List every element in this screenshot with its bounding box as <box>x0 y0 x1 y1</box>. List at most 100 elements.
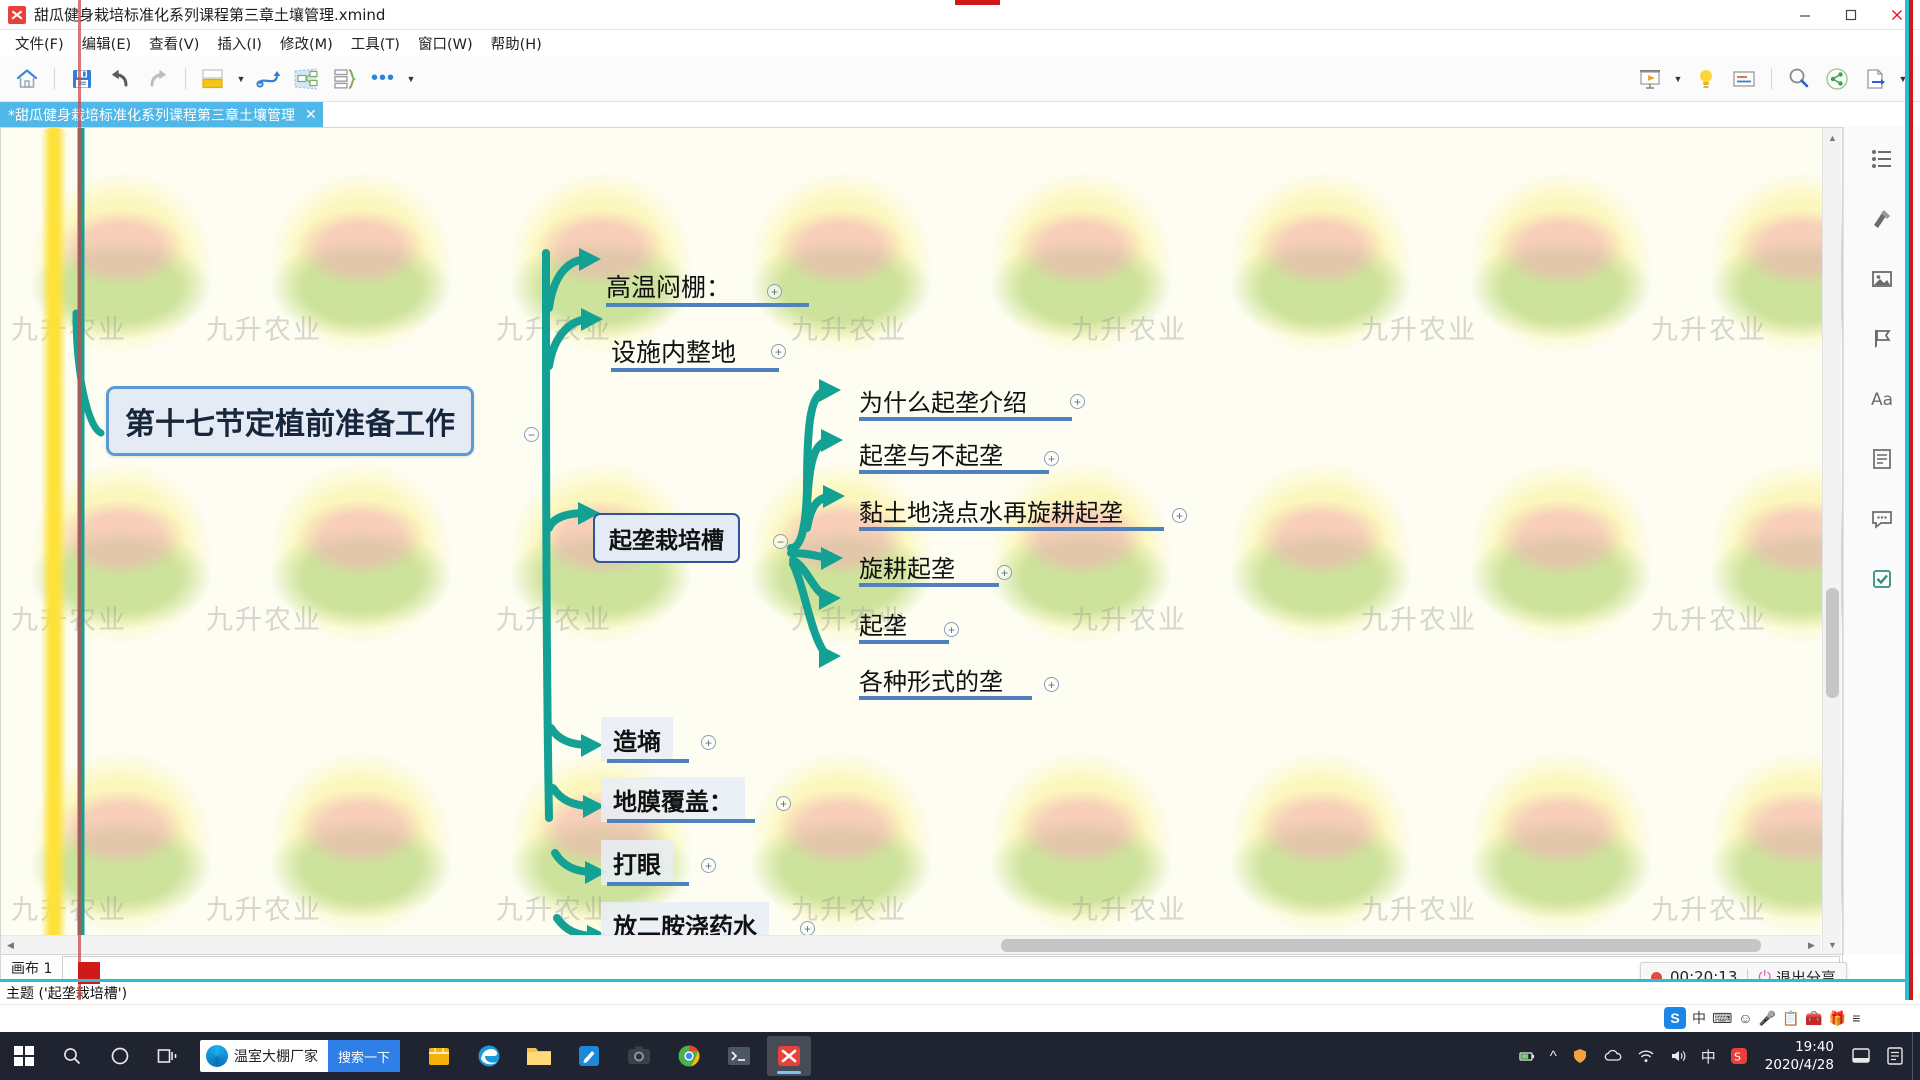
subtopic-expand-weishenmeqilongjieshao[interactable]: + <box>1070 394 1085 409</box>
share-icon[interactable] <box>1818 60 1856 98</box>
scroll-left-arrow-icon[interactable]: ◀ <box>1 936 20 955</box>
taskbar-app-file-explorer-icon[interactable] <box>517 1036 561 1076</box>
subtopic-expand-qilongyubuqilong[interactable]: + <box>1044 451 1059 466</box>
branch-node-dimofugai[interactable]: 地膜覆盖： <box>601 777 755 823</box>
branch-node-gaowenmenpeng[interactable]: 高温闷棚： <box>606 268 809 307</box>
subtopic-expand-gezhongxingshidelong[interactable]: + <box>1044 677 1059 692</box>
sogou-logo-icon[interactable]: S <box>1664 1007 1686 1029</box>
sogou-tray-icon[interactable]: S <box>1723 1047 1755 1065</box>
branch-expand-gaowenmenpeng[interactable]: + <box>767 284 782 299</box>
redo-icon[interactable] <box>139 60 177 98</box>
topic-icon[interactable] <box>194 60 232 98</box>
toolbox-icon[interactable]: 🧰 <box>1805 1010 1822 1027</box>
taskbar-app-editor-icon[interactable] <box>567 1036 611 1076</box>
search-icon[interactable] <box>1780 60 1818 98</box>
keyboard-icon[interactable]: ⌨ <box>1712 1010 1732 1027</box>
branch-expand-dayan[interactable]: + <box>701 858 716 873</box>
branch-expand-sheshineizhengdi[interactable]: + <box>771 344 786 359</box>
taskbar-app-edge-icon[interactable] <box>467 1036 511 1076</box>
comment-icon[interactable] <box>1860 497 1904 541</box>
notes-tray-icon[interactable] <box>1878 1046 1912 1066</box>
menu-window[interactable]: 窗口(W) <box>409 30 482 57</box>
branch-node-sheshineizhengdi[interactable]: 设施内整地 <box>611 333 779 372</box>
canvas-vertical-scrollbar[interactable]: ▲ ▼ <box>1822 128 1841 954</box>
taskbar-app-xmind-icon[interactable] <box>767 1036 812 1076</box>
canvas-horizontal-scrollbar[interactable]: ◀ ▶ <box>1 935 1821 954</box>
subtopic-node-qilongyubuqilong[interactable]: 起垄与不起垄 <box>859 436 1049 474</box>
menu-modify[interactable]: 修改(M) <box>271 30 342 57</box>
branch-node-zaoshang[interactable]: 造墒 <box>601 717 689 763</box>
vertical-scroll-thumb[interactable] <box>1826 588 1839 698</box>
subtopic-expand-qilong[interactable]: + <box>944 622 959 637</box>
scroll-down-arrow-icon[interactable]: ▼ <box>1823 935 1842 954</box>
search-query-text[interactable]: 温室大棚厂家 <box>234 1046 328 1066</box>
taskbar-search-icon[interactable] <box>48 1032 96 1080</box>
style-brush-icon[interactable] <box>1860 197 1904 241</box>
export-icon[interactable] <box>1856 60 1894 98</box>
subtopic-expand-niantudijiaodianshui[interactable]: + <box>1172 508 1187 523</box>
subtopic-node-xuangengqilong[interactable]: 旋耕起垄 <box>859 549 999 587</box>
maximize-button[interactable] <box>1828 0 1874 30</box>
mic-icon[interactable]: 🎤 <box>1759 1010 1776 1027</box>
taskbar-app-store-icon[interactable] <box>417 1036 461 1076</box>
branch-node-dayan[interactable]: 打眼 <box>601 840 689 886</box>
clipboard-icon[interactable]: 📋 <box>1782 1010 1799 1027</box>
taskbar-clock[interactable]: 19:40 2020/4/28 <box>1755 1038 1844 1074</box>
cloud-icon[interactable] <box>1596 1047 1630 1065</box>
taskbar-search-box[interactable]: 温室大棚厂家 搜索一下 <box>200 1040 401 1072</box>
menu-edit[interactable]: 编辑(E) <box>73 30 140 57</box>
topic-dropdown-caret-icon[interactable]: ▼ <box>232 60 250 98</box>
branch-collapse-qilongzaipeicao[interactable]: − <box>773 534 788 549</box>
relationship-icon[interactable] <box>250 60 288 98</box>
taskbar-app-chrome-icon[interactable] <box>667 1036 711 1076</box>
document-tab[interactable]: *甜瓜健身栽培标准化系列课程第三章土壤管理 ✕ <box>0 102 323 127</box>
branch-node-qilongzaipeicao[interactable]: 起垄栽培槽 <box>593 513 740 563</box>
taskbar-app-terminal-icon[interactable] <box>717 1036 761 1076</box>
shield-icon[interactable] <box>1564 1047 1596 1065</box>
menu-tools[interactable]: 工具(T) <box>342 30 409 57</box>
branch-expand-fangerandianjiaoyaoshui[interactable]: + <box>800 921 815 936</box>
branch-expand-dimofugai[interactable]: + <box>776 796 791 811</box>
format-panel-icon[interactable] <box>1860 137 1904 181</box>
ime-mode-label[interactable]: 中 <box>1692 1008 1706 1028</box>
scroll-up-arrow-icon[interactable]: ▲ <box>1823 128 1842 147</box>
home-icon[interactable] <box>8 60 46 98</box>
volume-icon[interactable] <box>1662 1047 1694 1065</box>
more-icon[interactable]: ••• <box>364 60 402 98</box>
sheet-empty-area[interactable] <box>62 955 1840 980</box>
subtopic-node-gezhongxingshidelong[interactable]: 各种形式的垄 <box>859 662 1032 700</box>
branch-expand-zaoshang[interactable]: + <box>701 735 716 750</box>
close-button[interactable] <box>1874 0 1920 30</box>
checklist-icon[interactable] <box>1860 557 1904 601</box>
scroll-right-arrow-icon[interactable]: ▶ <box>1802 936 1821 955</box>
subtopic-node-weishenmeqilongjieshao[interactable]: 为什么起垄介绍 <box>859 383 1072 421</box>
boundary-icon[interactable] <box>288 60 326 98</box>
ime-menu-icon[interactable]: ≡ <box>1852 1010 1860 1026</box>
task-view-icon[interactable] <box>144 1032 192 1080</box>
menu-file[interactable]: 文件(F) <box>6 30 73 57</box>
menu-view[interactable]: 查看(V) <box>140 30 208 57</box>
menu-insert[interactable]: 插入(I) <box>208 30 271 57</box>
brainstorm-icon[interactable] <box>1687 60 1725 98</box>
search-submit-button[interactable]: 搜索一下 <box>328 1040 401 1072</box>
sheet-tab-canvas1[interactable]: 画布 1 <box>1 956 62 980</box>
action-center-icon[interactable] <box>1844 1046 1878 1066</box>
subtopic-node-qilong[interactable]: 起垄 <box>859 606 949 644</box>
presentation-dropdown-caret-icon[interactable]: ▼ <box>1669 60 1687 98</box>
taskbar-app-camera-icon[interactable] <box>617 1036 661 1076</box>
root-collapse-toggle[interactable]: − <box>524 427 539 442</box>
ime-cn-indicator[interactable]: 中 <box>1694 1046 1723 1067</box>
gift-icon[interactable]: 🎁 <box>1829 1010 1846 1027</box>
notes-panel-icon[interactable] <box>1860 437 1904 481</box>
text-style-icon[interactable]: Aa <box>1860 377 1904 421</box>
save-icon[interactable] <box>63 60 101 98</box>
marker-icon[interactable] <box>1860 317 1904 361</box>
chevron-up-icon[interactable]: ^ <box>1543 1048 1564 1065</box>
mindmap-root-node[interactable]: 第十七节定植前准备工作 <box>106 386 474 456</box>
horizontal-scroll-thumb[interactable] <box>1001 939 1761 952</box>
more-dropdown-caret-icon[interactable]: ▼ <box>402 60 420 98</box>
presentation-icon[interactable] <box>1631 60 1669 98</box>
summary-icon[interactable] <box>326 60 364 98</box>
menu-help[interactable]: 帮助(H) <box>482 30 551 57</box>
minimize-button[interactable] <box>1782 0 1828 30</box>
